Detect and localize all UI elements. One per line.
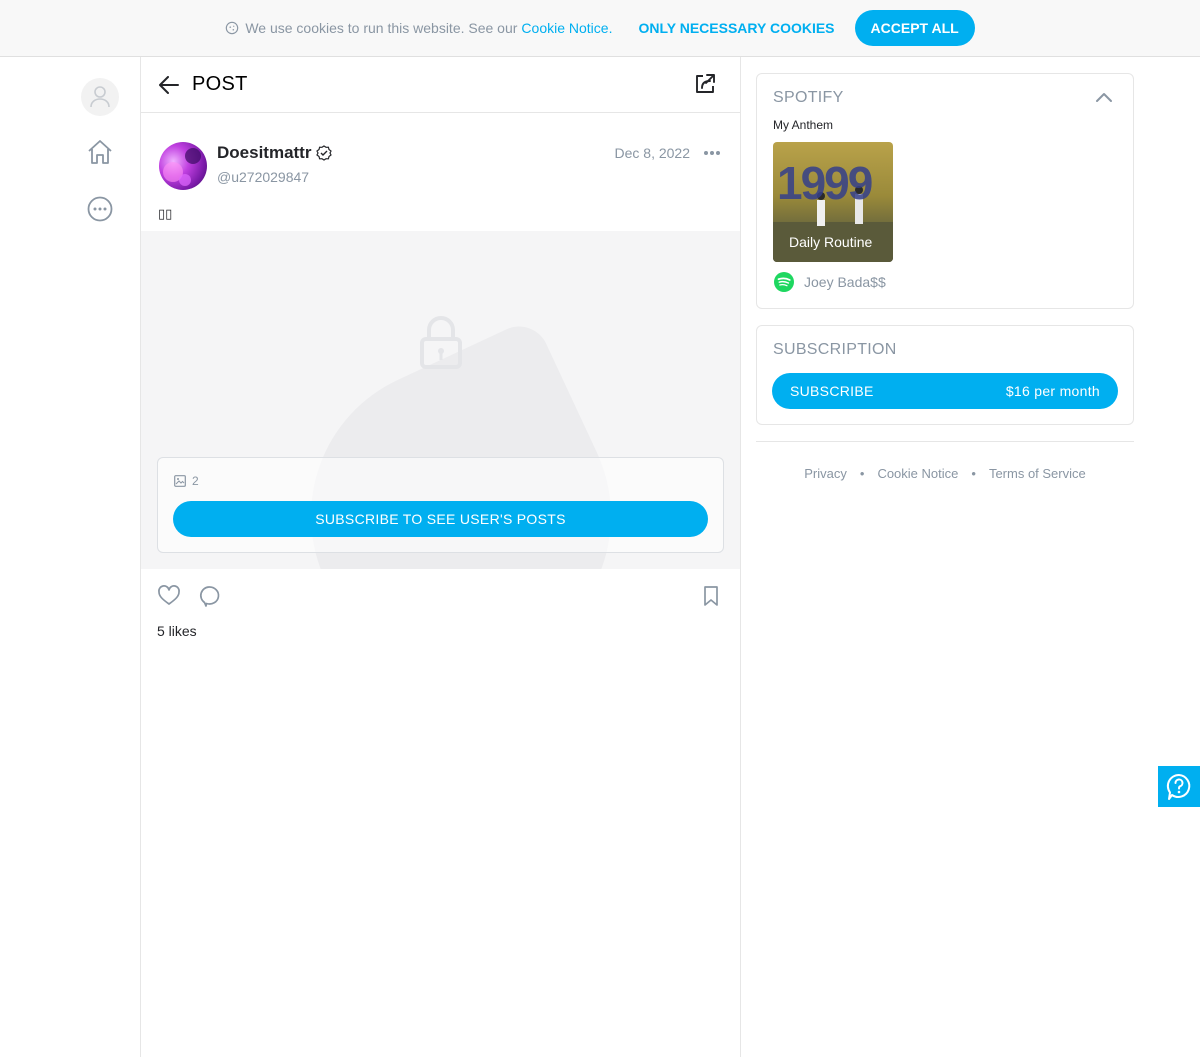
cookie-message: We use cookies to run this website. See …	[225, 20, 612, 36]
nav-home-button[interactable]	[81, 133, 119, 171]
share-icon	[696, 74, 715, 93]
author-name-text: Doesitmattr	[217, 143, 312, 162]
spotify-card: SPOTIFY My Anthem 1999 Daily Routine Joe…	[756, 73, 1134, 309]
post-options-button[interactable]	[700, 143, 724, 163]
subscribe-to-see-posts-button[interactable]: SUBSCRIBE TO SEE USER'S POSTS	[173, 501, 708, 537]
my-anthem-label: My Anthem	[773, 118, 834, 132]
page-title: POST	[192, 73, 248, 95]
privacy-link[interactable]: Privacy	[804, 466, 847, 481]
avatar-image	[163, 148, 201, 186]
post-actions	[141, 569, 740, 623]
track-name: Daily Routine	[789, 234, 873, 250]
subscribe-label: SUBSCRIBE	[790, 383, 874, 399]
footer-divider	[756, 441, 1134, 442]
album-art[interactable]: 1999 Daily Routine	[773, 142, 893, 262]
help-button[interactable]	[1158, 766, 1200, 807]
share-button[interactable]	[694, 73, 718, 97]
subscription-title: SUBSCRIPTION	[773, 341, 897, 358]
collapse-spotify-button[interactable]	[1095, 90, 1115, 108]
footer-links: Privacy • Cookie Notice • Terms of Servi…	[756, 466, 1134, 481]
cookie-text: We use cookies to run this website. See …	[245, 20, 518, 36]
nav-more-button[interactable]	[81, 190, 119, 228]
back-button[interactable]	[157, 73, 181, 97]
chevron-up-icon	[1096, 93, 1112, 102]
main-column: POST Doesitmattr @u272029847 Dec 8, 2022…	[141, 57, 741, 1057]
bookmark-icon	[704, 586, 718, 606]
separator-dot: •	[859, 466, 865, 481]
nav-profile-button[interactable]	[81, 78, 119, 116]
media-count: 2	[174, 474, 199, 488]
post-date[interactable]: Dec 8, 2022	[615, 145, 691, 161]
image-icon	[174, 475, 186, 487]
cookie-icon	[226, 21, 239, 35]
bookmark-button[interactable]	[699, 584, 723, 608]
ellipsis-icon	[704, 151, 720, 155]
subscribe-button[interactable]: SUBSCRIBE $16 per month	[772, 373, 1118, 409]
cookie-banner: We use cookies to run this website. See …	[0, 0, 1200, 57]
home-icon	[88, 140, 112, 164]
locked-media: 2 SUBSCRIBE TO SEE USER'S POSTS	[141, 231, 740, 569]
separator-dot: •	[971, 466, 976, 481]
verified-icon	[316, 145, 333, 161]
artist-link[interactable]: Joey Bada$$	[773, 271, 886, 293]
terms-of-service-link[interactable]: Terms of Service	[989, 466, 1086, 481]
help-icon	[1166, 773, 1191, 800]
left-navigation	[0, 57, 141, 1057]
album-title-art: 1999	[777, 157, 873, 209]
post-header: Doesitmattr @u272029847 Dec 8, 2022	[141, 113, 740, 201]
user-icon	[90, 86, 110, 108]
cookie-notice-footer-link[interactable]: Cookie Notice	[877, 466, 958, 481]
only-necessary-cookies-button[interactable]: ONLY NECESSARY COOKIES	[638, 20, 834, 36]
author-avatar[interactable]	[159, 142, 207, 190]
lock-icon	[420, 316, 462, 369]
like-button[interactable]	[157, 584, 181, 608]
subscription-price: $16 per month	[1005, 383, 1100, 399]
post-text: ▯▯	[158, 206, 173, 221]
heart-icon	[158, 585, 180, 605]
cookie-notice-link[interactable]: Cookie Notice.	[521, 20, 612, 36]
accept-all-cookies-button[interactable]: ACCEPT ALL	[854, 10, 975, 46]
more-icon	[87, 196, 113, 222]
likes-count: 5 likes	[157, 623, 197, 639]
author-name[interactable]: Doesitmattr	[217, 143, 333, 163]
subscription-card: SUBSCRIPTION SUBSCRIBE $16 per month	[756, 325, 1134, 425]
arrow-left-icon	[159, 75, 179, 94]
spotify-icon	[774, 272, 794, 292]
artist-name: Joey Bada$$	[804, 274, 886, 290]
media-count-value: 2	[192, 474, 199, 488]
comment-button[interactable]	[197, 584, 221, 608]
comment-icon	[200, 586, 220, 607]
locked-content-box: 2 SUBSCRIBE TO SEE USER'S POSTS	[157, 457, 724, 553]
page-header: POST	[141, 57, 740, 113]
spotify-title: SPOTIFY	[773, 89, 844, 106]
author-handle[interactable]: @u272029847	[217, 169, 309, 185]
